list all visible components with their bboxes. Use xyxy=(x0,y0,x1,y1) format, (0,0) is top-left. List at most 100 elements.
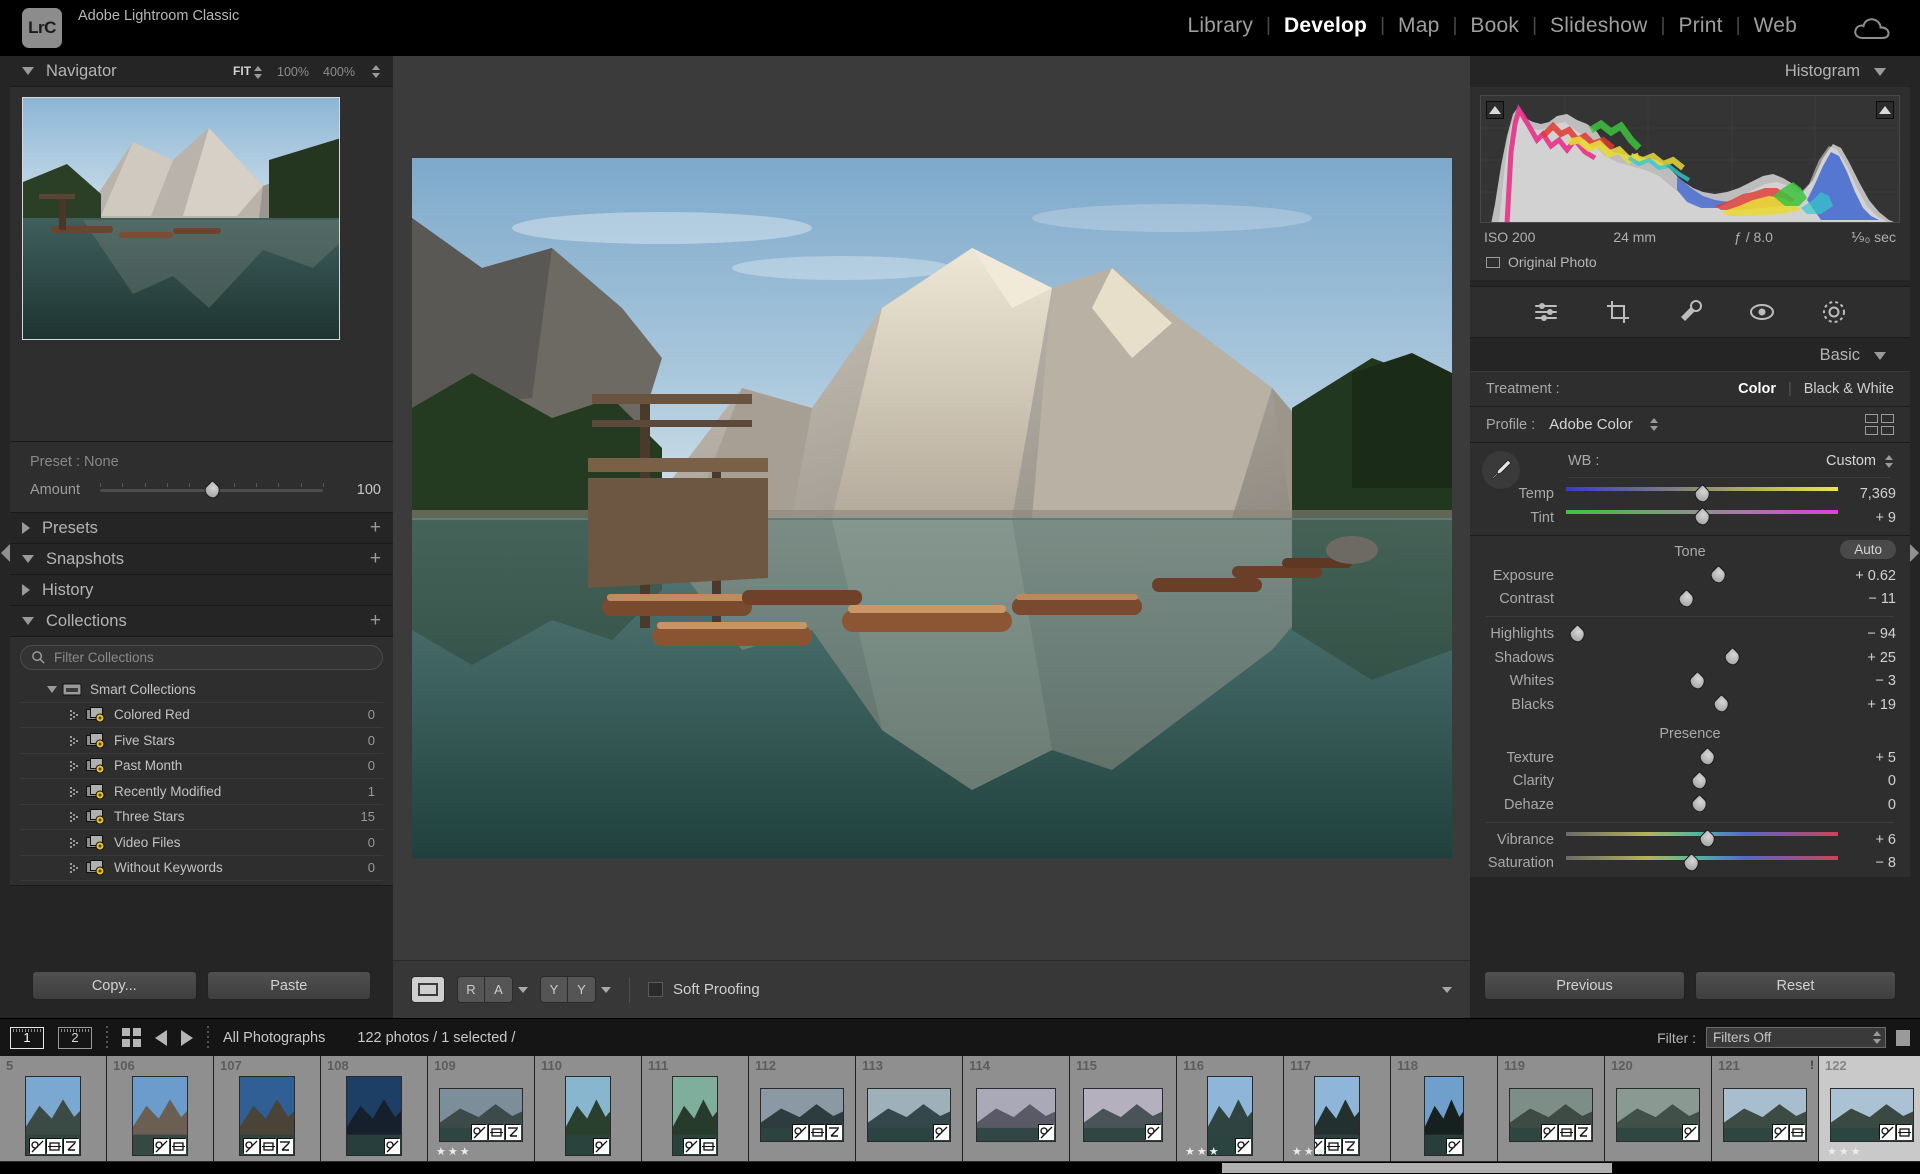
slider-shadows[interactable] xyxy=(1566,646,1838,669)
main-window-button[interactable]: 1 xyxy=(10,1026,44,1049)
expand-handle-icon[interactable] xyxy=(66,811,86,823)
disclosure-triangle-icon[interactable] xyxy=(22,584,30,596)
basic-adjust-icon[interactable] xyxy=(1533,299,1559,325)
collection-row-colored-red[interactable]: Colored Red 0 xyxy=(20,703,383,728)
filmstrip-cell[interactable]: 113 xyxy=(856,1056,963,1161)
snapshots-header[interactable]: Snapshots + xyxy=(10,544,393,575)
slider-handle[interactable] xyxy=(1686,670,1708,692)
toolbar-options-dropdown-icon[interactable] xyxy=(1442,986,1452,993)
basic-panel-header[interactable]: Basic xyxy=(1470,340,1910,371)
treatment-bw-option[interactable]: Black & White xyxy=(1804,381,1894,397)
thumbnail-badge[interactable] xyxy=(63,1138,79,1154)
slider-exposure[interactable] xyxy=(1566,564,1838,587)
copy-button[interactable]: Copy... xyxy=(32,971,197,1000)
filmstrip-thumbnail[interactable] xyxy=(1723,1088,1807,1142)
filmstrip-thumbnail[interactable] xyxy=(672,1076,718,1156)
soft-proofing-checkbox[interactable] xyxy=(648,982,663,997)
filmstrip-thumbnail[interactable] xyxy=(1083,1088,1163,1142)
thumbnail-badge[interactable] xyxy=(29,1138,45,1154)
filmstrip-thumbnail[interactable] xyxy=(1424,1076,1464,1156)
disclosure-triangle-icon[interactable] xyxy=(42,685,62,693)
filmstrip-cell[interactable]: 108 xyxy=(321,1056,428,1161)
wb-value[interactable]: Custom xyxy=(1826,453,1876,469)
module-develop[interactable]: Develop xyxy=(1271,14,1380,38)
navigator-thumbnail[interactable] xyxy=(22,97,340,340)
collection-row-video-files[interactable]: Video Files 0 xyxy=(20,830,383,856)
zoom-400-button[interactable]: 400% xyxy=(323,65,355,79)
filter-collections-input[interactable]: Filter Collections xyxy=(20,645,383,670)
zoom-stepper-icon[interactable] xyxy=(372,65,381,78)
amount-slider[interactable] xyxy=(100,479,324,502)
module-map[interactable]: Map xyxy=(1385,14,1452,38)
filmstrip-thumbnail[interactable] xyxy=(976,1088,1056,1142)
thumbnail-badge[interactable] xyxy=(170,1138,186,1154)
thumbnail-badge[interactable] xyxy=(1896,1124,1912,1140)
disclosure-triangle-icon[interactable] xyxy=(22,617,34,625)
filmstrip-cell[interactable]: 120 xyxy=(1605,1056,1712,1161)
filter-stepper-icon[interactable] xyxy=(1873,1031,1882,1044)
reset-button[interactable]: Reset xyxy=(1695,971,1896,1000)
expand-handle-icon[interactable] xyxy=(66,709,86,721)
slider-contrast[interactable] xyxy=(1566,588,1838,610)
slider-value-contrast[interactable]: − 11 xyxy=(1838,591,1896,607)
auto-tone-button[interactable]: Auto xyxy=(1840,540,1896,559)
module-print[interactable]: Print xyxy=(1665,14,1735,38)
filmstrip-cell[interactable]: 111 xyxy=(642,1056,749,1161)
module-book[interactable]: Book xyxy=(1457,14,1532,38)
filmstrip-scrollbar[interactable] xyxy=(0,1162,1920,1174)
collections-root-row[interactable]: Smart Collections xyxy=(20,677,383,703)
slider-value-clarity[interactable]: 0 xyxy=(1838,773,1896,789)
main-photo[interactable] xyxy=(411,158,1452,858)
previous-photo-icon[interactable] xyxy=(155,1029,167,1046)
thumbnail-badge[interactable] xyxy=(792,1124,808,1140)
slider-clarity[interactable] xyxy=(1566,770,1838,792)
paste-button[interactable]: Paste xyxy=(206,971,371,1000)
slider-highlights[interactable] xyxy=(1566,623,1838,645)
add-snapshot-icon[interactable]: + xyxy=(370,548,381,570)
navigator-header[interactable]: Navigator FIT 100% 400% xyxy=(10,56,393,87)
heal-icon[interactable] xyxy=(1677,299,1703,325)
slider-value-highlights[interactable]: − 94 xyxy=(1838,626,1896,642)
expand-handle-icon[interactable] xyxy=(66,786,86,797)
filmstrip-cell[interactable]: 109 ★★★ xyxy=(428,1056,535,1161)
filmstrip-thumbnail[interactable] xyxy=(346,1076,402,1156)
filmstrip-thumbnail[interactable] xyxy=(25,1076,81,1156)
next-photo-icon[interactable] xyxy=(181,1029,193,1046)
loupe-view[interactable] xyxy=(393,56,1470,960)
thumbnail-badge[interactable] xyxy=(505,1124,521,1140)
filmstrip-cell[interactable]: 112 xyxy=(749,1056,856,1161)
collection-row-without-keywords[interactable]: Without Keywords 0 xyxy=(20,856,383,881)
amount-value[interactable]: 100 xyxy=(333,482,381,498)
presets-header[interactable]: Presets + xyxy=(10,513,393,544)
slider-handle[interactable] xyxy=(1708,564,1730,587)
filmstrip-thumbnail[interactable] xyxy=(760,1088,844,1142)
thumbnail-badge[interactable] xyxy=(1575,1124,1591,1140)
disclosure-triangle-icon[interactable] xyxy=(22,555,34,563)
filmstrip-thumbnail[interactable] xyxy=(1509,1088,1593,1142)
slider-handle[interactable] xyxy=(1566,623,1588,645)
slider-temp[interactable] xyxy=(1566,483,1838,505)
thumbnail-badge[interactable] xyxy=(1235,1138,1251,1154)
treatment-color-option[interactable]: Color xyxy=(1738,381,1776,397)
module-library[interactable]: Library xyxy=(1174,14,1266,38)
filmstrip-thumbnail[interactable] xyxy=(867,1088,951,1142)
filmstrip-cell[interactable]: 116 ★★★ xyxy=(1177,1056,1284,1161)
filmstrip-thumbnail[interactable] xyxy=(1207,1076,1253,1156)
collection-row-past-month[interactable]: Past Month 0 xyxy=(20,754,383,779)
slider-dehaze[interactable] xyxy=(1566,793,1838,816)
thumbnail-badge[interactable] xyxy=(1145,1124,1161,1140)
module-web[interactable]: Web xyxy=(1741,14,1810,38)
filmstrip-thumbnail[interactable] xyxy=(439,1088,523,1142)
thumbnail-badge[interactable] xyxy=(933,1124,949,1140)
slider-vibrance[interactable] xyxy=(1566,828,1838,851)
wb-value-group[interactable]: Custom xyxy=(1826,453,1894,469)
filter-select[interactable]: Filters Off xyxy=(1706,1027,1886,1048)
zoom-100-button[interactable]: 100% xyxy=(277,65,309,79)
disclosure-triangle-icon[interactable] xyxy=(1874,67,1886,76)
disclosure-triangle-icon[interactable] xyxy=(22,67,34,75)
slider-value-temp[interactable]: 7,369 xyxy=(1838,486,1896,502)
filmstrip-cell[interactable]: 117 ★★★ xyxy=(1284,1056,1391,1161)
thumbnail-badge[interactable] xyxy=(683,1138,699,1154)
slider-texture[interactable] xyxy=(1566,746,1838,769)
flag-y2[interactable]: Y xyxy=(568,976,596,1003)
